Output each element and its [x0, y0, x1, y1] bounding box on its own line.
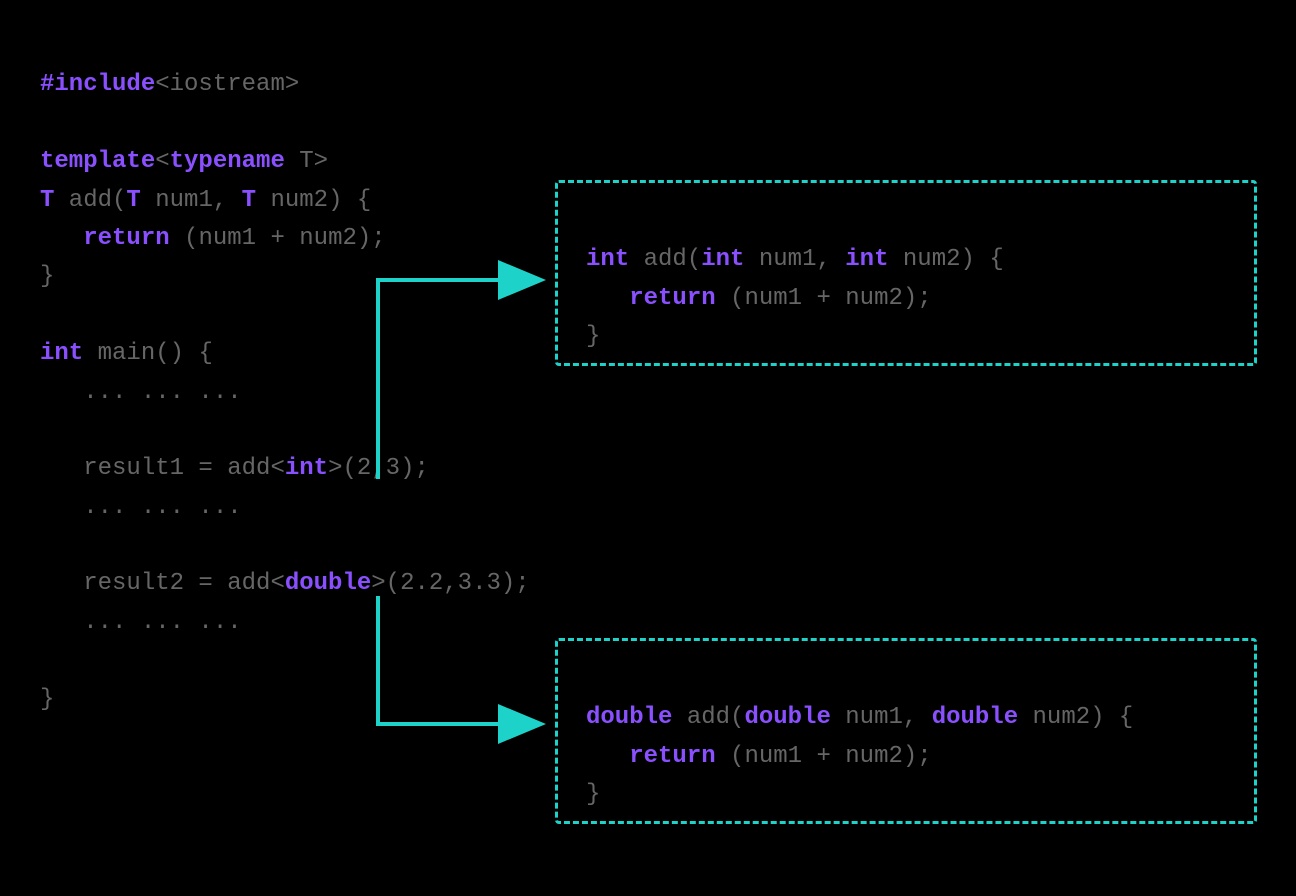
template-keyword: template — [40, 148, 155, 175]
callout2-line-3: } — [586, 781, 600, 808]
double-template-arg: double — [285, 570, 371, 597]
double-instantiation-box: double add(double num1, double num2) { r… — [555, 638, 1257, 824]
code-line-5: return (num1 + num2); — [40, 225, 386, 252]
int-instantiation-box: int add(int num1, int num2) { return (nu… — [555, 180, 1257, 366]
code-line-4: T add(T num1, T num2) { — [40, 187, 371, 214]
code-line-6: } — [40, 263, 54, 290]
int-keyword: int — [40, 340, 83, 367]
code-line-17: } — [40, 686, 54, 713]
code-line-15: ... ... ... — [40, 609, 242, 636]
typename-keyword: typename — [170, 148, 285, 175]
code-line-1: #include<iostream> — [40, 71, 299, 98]
code-line-3: template<typename T> — [40, 148, 328, 175]
code-line-9: ... ... ... — [40, 379, 242, 406]
header-name: <iostream> — [155, 71, 299, 98]
code-line-12: ... ... ... — [40, 494, 242, 521]
include-directive: #include — [40, 71, 155, 98]
callout2-line-1: double add(double num1, double num2) { — [586, 704, 1133, 731]
callout1-line-1: int add(int num1, int num2) { — [586, 246, 1004, 273]
int-template-arg: int — [285, 455, 328, 482]
callout2-line-2: return (num1 + num2); — [586, 743, 932, 770]
callout1-line-2: return (num1 + num2); — [586, 285, 932, 312]
code-line-14: result2 = add<double>(2.2,3.3); — [40, 570, 530, 597]
code-line-8: int main() { — [40, 340, 213, 367]
return-keyword: return — [83, 225, 169, 252]
main-code-block: #include<iostream> template<typename T> … — [40, 28, 530, 719]
code-line-11: result1 = add<int>(2,3); — [40, 455, 429, 482]
callout1-line-3: } — [586, 323, 600, 350]
